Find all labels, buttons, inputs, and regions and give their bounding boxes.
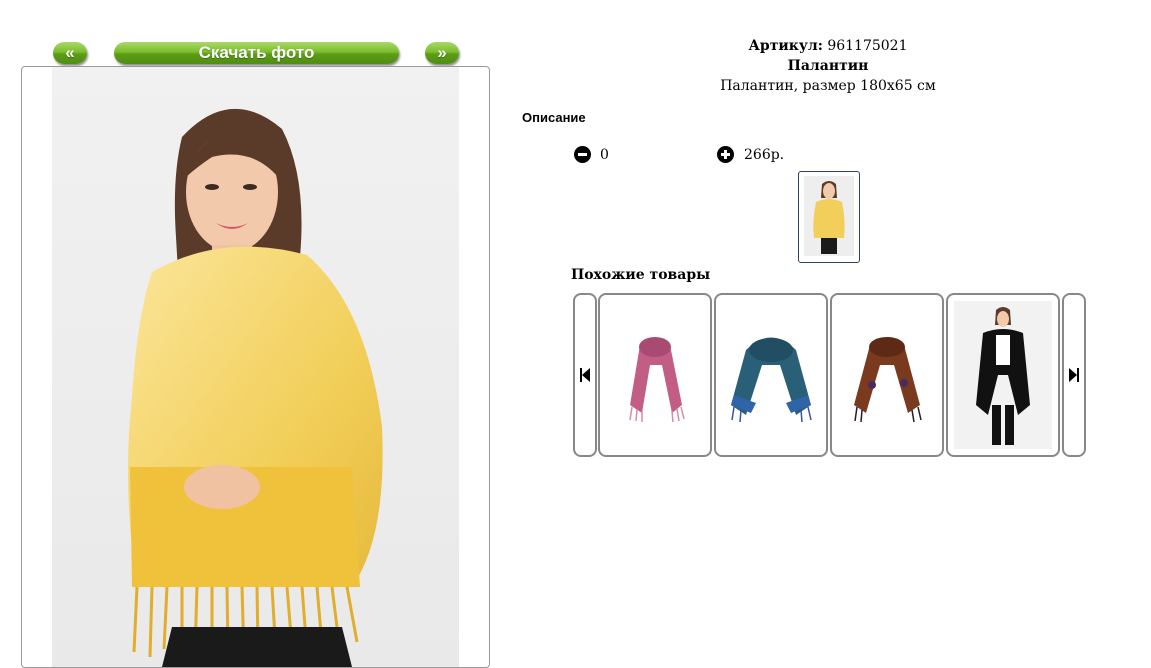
main-product-photo[interactable]: [52, 67, 459, 667]
model-in-yellow-scarf-illustration: [128, 108, 383, 667]
article-line: Артикул: 961175021: [500, 38, 1151, 54]
product-name: Палантин: [787, 58, 869, 74]
plus-circle-icon[interactable]: [717, 146, 734, 163]
photo-frame: [21, 66, 490, 668]
skip-previous-icon: [580, 368, 590, 382]
similar-item-card[interactable]: [830, 293, 944, 457]
model-black-poncho-image: [954, 301, 1052, 449]
quantity-value: 0: [600, 147, 609, 163]
product-thumbnail[interactable]: [798, 171, 860, 263]
download-photo-button[interactable]: Скачать фото: [114, 42, 399, 64]
carousel-next-button[interactable]: [1062, 293, 1086, 457]
similar-item-card[interactable]: [598, 293, 712, 457]
product-description: Палантин, размер 180х65 см: [720, 78, 936, 94]
next-photo-button[interactable]: »: [425, 42, 459, 64]
article-label: Артикул:: [748, 38, 823, 54]
pink-scarf-image: [629, 337, 685, 423]
article-value: 961175021: [827, 38, 908, 54]
similar-products-heading: Похожие товары: [571, 267, 711, 283]
prev-photo-button[interactable]: «: [53, 42, 87, 64]
description-heading[interactable]: Описание: [522, 110, 586, 125]
brown-paisley-scarf-image: [854, 337, 922, 423]
skip-next-icon: [1069, 368, 1079, 382]
similar-item-card[interactable]: [714, 293, 828, 457]
price-value: 266р.: [744, 147, 785, 163]
similar-item-card[interactable]: [946, 293, 1060, 457]
thumbnail-image: [804, 176, 854, 256]
teal-scarf-image: [731, 337, 812, 423]
carousel-prev-button[interactable]: [573, 293, 597, 457]
minus-circle-icon[interactable]: [574, 146, 591, 163]
